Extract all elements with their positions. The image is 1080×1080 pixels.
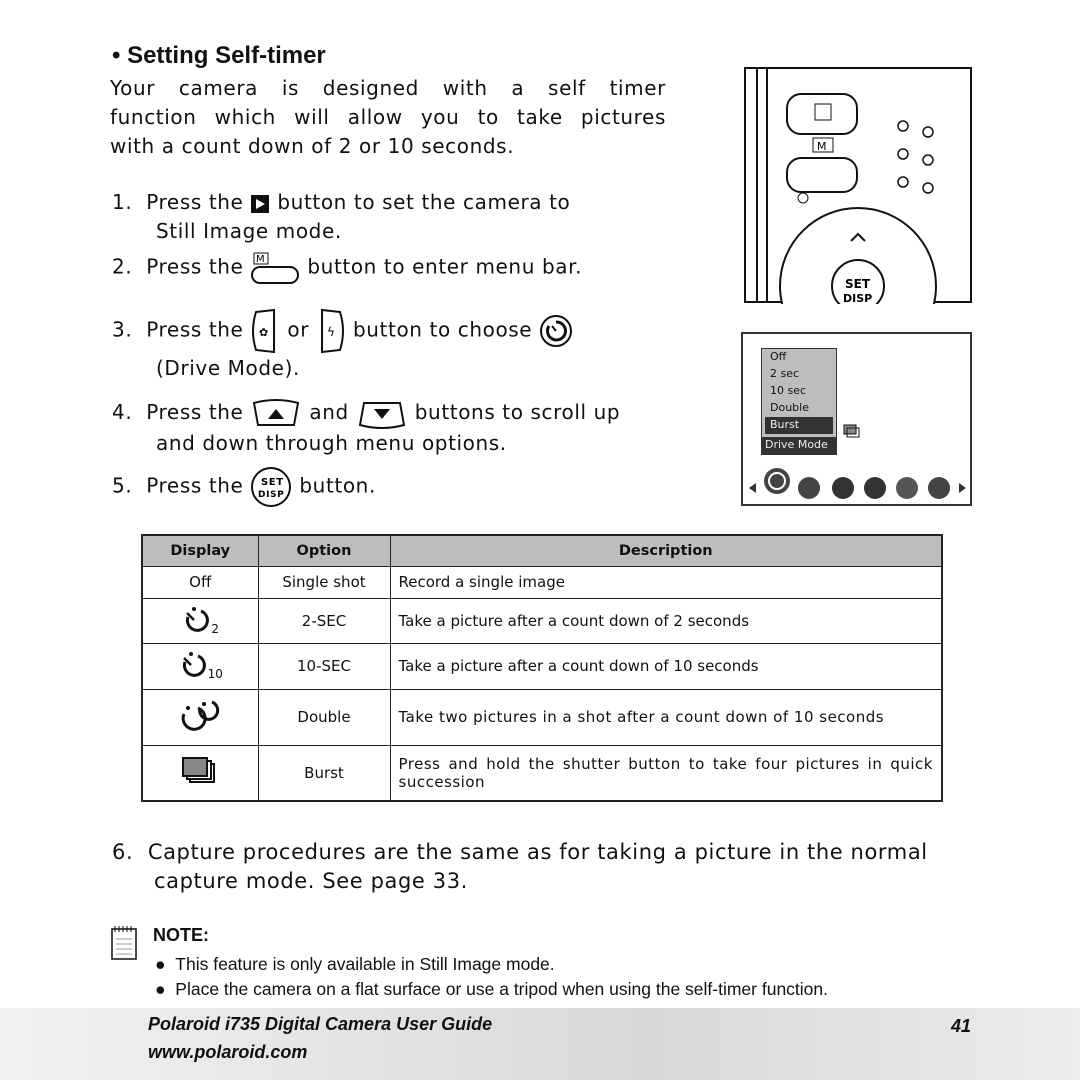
footer-guide-title: Polaroid i735 Digital Camera User Guide bbox=[148, 1014, 493, 1034]
camera-back-illustration: M SET DISP bbox=[744, 67, 972, 304]
menu-option-2sec[interactable]: 2 sec bbox=[762, 366, 836, 383]
page-title: • Setting Self-timer bbox=[112, 42, 326, 69]
menu-button-icon: M bbox=[251, 252, 300, 284]
play-mode-icon bbox=[251, 194, 270, 213]
table-row: Burst Press and hold the shutter button … bbox=[141, 744, 943, 802]
svg-text:ϟ: ϟ bbox=[327, 325, 336, 339]
self-timer-10-icon: 10 bbox=[141, 642, 259, 690]
step-6: 6. Capture procedures are the same as fo… bbox=[112, 840, 928, 893]
note-list: ● This feature is only available in Stil… bbox=[155, 954, 829, 999]
drive-mode-menu: Off 2 sec 10 sec Double Burst Drive Mode bbox=[761, 348, 837, 455]
svg-text:✿: ✿ bbox=[259, 326, 269, 339]
drive-mode-table: Display Option Description Off Single sh… bbox=[141, 534, 943, 802]
step-5: 5. Press the SET DISP button. bbox=[112, 466, 376, 508]
note-label: NOTE: bbox=[153, 925, 209, 945]
table-row: 2 2-SEC Take a picture after a count dow… bbox=[141, 597, 943, 644]
svg-text:SET: SET bbox=[261, 477, 284, 488]
table-row: 10 10-SEC Take a picture after a count d… bbox=[141, 642, 943, 690]
svg-text:M: M bbox=[256, 254, 265, 265]
left-macro-button-icon: ✿ bbox=[252, 308, 276, 354]
page-number: 41 bbox=[951, 1016, 972, 1036]
set-disp-button-icon: SET DISP bbox=[251, 467, 292, 507]
self-timer-2-icon: 2 bbox=[141, 597, 259, 644]
notepad-icon bbox=[111, 926, 137, 960]
table-row: Double Take two pictures in a shot after… bbox=[141, 688, 943, 746]
svg-text:DISP: DISP bbox=[843, 292, 872, 304]
step-4: 4. Press the and buttons to scroll up and… bbox=[112, 398, 621, 455]
intro: Your camera is designed with a self time… bbox=[110, 76, 666, 158]
table-header: Display Option Description bbox=[141, 534, 943, 567]
svg-text:M: M bbox=[817, 140, 827, 153]
down-button-icon bbox=[358, 401, 405, 429]
table-row: Off Single shot Record a single image bbox=[141, 565, 943, 599]
lcd-icon-bar bbox=[749, 468, 966, 499]
up-button-icon bbox=[253, 398, 300, 426]
menu-option-double[interactable]: Double bbox=[762, 400, 836, 417]
footer-url[interactable]: www.polaroid.com bbox=[148, 1042, 307, 1063]
step-3: 3. Press the ✿ or ϟ button to choose (Dr… bbox=[112, 308, 668, 383]
svg-text:DISP: DISP bbox=[258, 490, 284, 500]
burst-icon bbox=[843, 424, 860, 438]
menu-label: Drive Mode bbox=[762, 437, 836, 454]
menu-option-10sec[interactable]: 10 sec bbox=[762, 383, 836, 400]
svg-text:SET: SET bbox=[845, 277, 871, 291]
right-flash-button-icon: ϟ bbox=[321, 308, 345, 354]
drive-mode-icon bbox=[540, 315, 573, 347]
menu-option-burst[interactable]: Burst bbox=[765, 417, 833, 434]
double-timer-icon bbox=[141, 688, 259, 746]
step-2: 2. Press the M button to enter menu bar. bbox=[112, 251, 582, 285]
step-1: 1. Press the button to set the camera to… bbox=[112, 190, 571, 243]
menu-option-off[interactable]: Off bbox=[762, 349, 836, 366]
burst-icon bbox=[141, 744, 259, 802]
